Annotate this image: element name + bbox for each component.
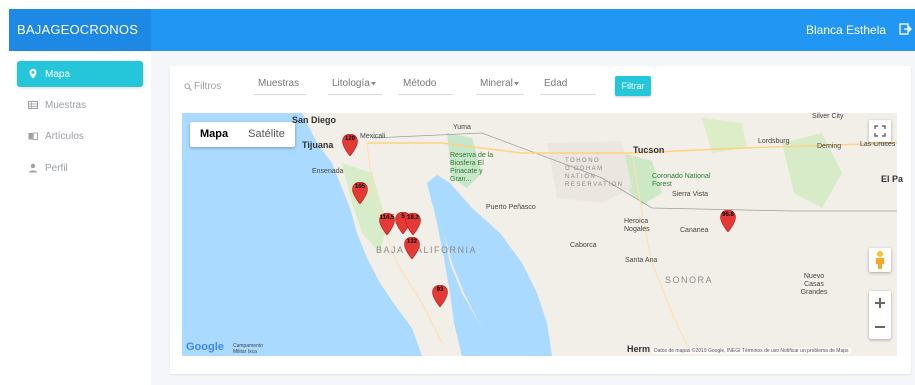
place-label: Campamento Militar Ixca [233,343,264,355]
map-type-mapa[interactable]: Mapa [190,122,238,147]
place-label: Cananea [680,227,709,234]
metodo-filter-label: Método [403,78,437,89]
sample-marker[interactable]: 93 [432,284,448,308]
litologia-filter[interactable]: Litología [328,75,382,95]
edad-filter[interactable]: Edad [540,75,596,95]
place-label: Las Cruces [860,141,896,148]
sidebar-item-label: Mapa [45,68,71,80]
place-label: Puerto Peñasco [486,204,536,211]
place-label: Lordsburg [758,138,790,145]
filters-label: Filtros [194,81,222,92]
mineral-filter-label: Mineral [480,78,513,89]
map-terrain [302,113,897,356]
place-label: Coronado National Forest [652,173,711,188]
app-root: BAJAGEOCRONOS Blanca Esthela Mapa Muestr… [0,0,915,385]
marker-label: 105 [354,184,365,190]
sidebar-item-perfil[interactable]: Perfil [17,155,143,181]
muestras-filter-label: Muestras [258,78,300,89]
place-label: TOHONO O'ODHAM NATION RESERVATION [565,158,624,188]
user-name[interactable]: Blanca Esthela [806,23,886,37]
brand-title[interactable]: BAJAGEOCRONOS [17,22,138,37]
place-label: Sierra Vista [672,191,709,198]
book-icon [28,132,38,140]
sidebar-item-label: Artículos [45,130,84,142]
place-label: Ensenada [312,168,344,175]
muestras-filter[interactable]: Muestras [254,75,306,95]
chevron-down-icon [514,82,519,86]
place-label: El Pa [881,174,904,184]
place-label: Santa Ana [625,257,658,264]
sample-marker[interactable]: 18.2 [405,212,421,236]
place-label: SONORA [665,275,714,285]
mineral-filter[interactable]: Mineral [476,75,524,95]
map-type-satelite[interactable]: Satélite [238,122,295,147]
place-label: Nuevo Casas Grandes [800,273,828,296]
sample-marker[interactable]: 120 [342,133,358,157]
zoom-out-icon[interactable] [869,315,891,339]
place-label: Deming [817,143,842,150]
marker-label: 96.8 [722,212,734,218]
marker-label: 18.2 [407,215,419,221]
table-icon [28,101,38,109]
place-label: Reserva de la Biosfera El Pinacate y Gra… [450,152,494,183]
street-view-button[interactable] [869,248,891,272]
map-type-control[interactable]: Mapa Satélite [190,122,295,147]
sidebar-item-label: Perfil [45,162,68,174]
search-icon [184,83,192,91]
metodo-filter[interactable]: Método [399,75,453,95]
fullscreen-icon [874,125,886,137]
zoom-in-icon[interactable] [869,291,891,315]
sample-marker[interactable]: 96.8 [718,210,738,232]
place-label: Mexicali [360,133,386,140]
marker-label: 93 [436,287,444,293]
sidebar-item-articulos[interactable]: Artículos [17,123,143,149]
sample-marker[interactable]: 132 [404,236,420,260]
sidebar-item-muestras[interactable]: Muestras [17,92,143,118]
place-label: San Diego [292,115,337,125]
sidebar-item-label: Muestras [45,99,87,111]
marker-label: 120 [344,136,355,142]
logout-icon[interactable] [898,22,912,36]
map-attribution[interactable]: Datos de mapas ©2019 Google, INEGI Térmi… [652,348,851,354]
place-label: Caborca [570,242,597,249]
sidebar-item-mapa[interactable]: Mapa [17,61,143,87]
google-logo: Google [186,341,224,353]
fullscreen-button[interactable] [869,120,891,142]
place-label: Tijuana [302,140,334,150]
place-label: BAJA CALIFORNIA [376,245,478,255]
place-label: Heroica Nogales [624,218,650,233]
place-label: Yuma [453,124,471,131]
map-canvas[interactable] [182,113,897,356]
chevron-down-icon [371,82,376,86]
place-label: Herm [627,344,651,354]
place-label: Silver City [812,113,844,120]
edad-filter-label: Edad [544,78,568,89]
zoom-control [869,291,891,339]
litologia-filter-label: Litología [332,78,370,89]
map-pin-icon [29,69,37,79]
sample-marker[interactable]: 105 [352,181,368,205]
user-icon [29,163,37,173]
place-label: Tucson [633,145,665,155]
filter-button[interactable]: Filtrar [615,76,651,96]
pegman-icon [876,251,884,269]
marker-label: 132 [406,239,417,245]
